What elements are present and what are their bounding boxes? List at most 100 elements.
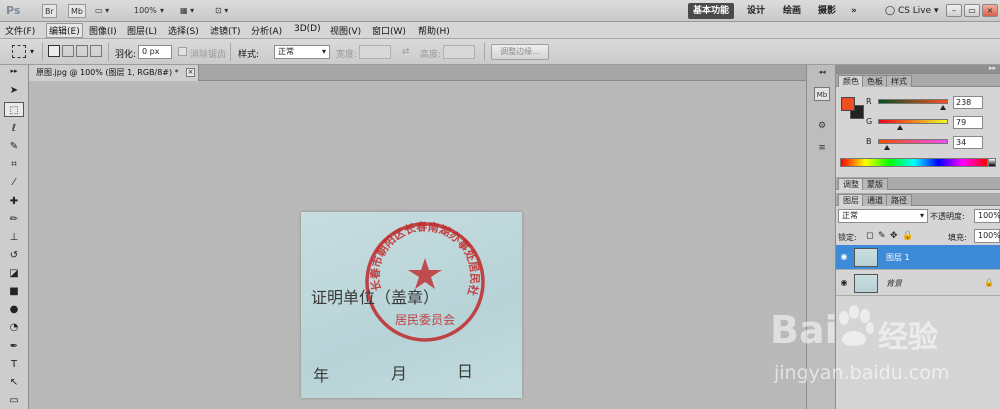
minimize-button[interactable]: –	[946, 4, 962, 17]
green-value-input[interactable]: 79	[953, 116, 983, 129]
opacity-input[interactable]: 100%	[974, 209, 1000, 223]
mini-bridge-icon[interactable]: Mb	[814, 87, 830, 101]
red-slider[interactable]	[878, 99, 948, 104]
menu-window[interactable]: 窗口(W)	[372, 24, 406, 37]
layer-row-layer1[interactable]: ◉ 图层 1	[836, 245, 1000, 270]
brush-presets-icon[interactable]: ≡	[814, 141, 830, 155]
zoom-level[interactable]: 100%	[134, 4, 157, 18]
workspace-design[interactable]: 设计	[742, 3, 770, 19]
visibility-eye-icon[interactable]: ◉	[839, 278, 849, 288]
black-white-ramp[interactable]	[988, 158, 996, 167]
fill-input[interactable]: 100%	[974, 229, 1000, 243]
green-slider-thumb[interactable]	[896, 125, 903, 130]
crop-tool-icon[interactable]: ⌗	[4, 157, 24, 172]
blur-tool-icon[interactable]: ●	[4, 302, 24, 317]
green-slider[interactable]	[878, 119, 948, 124]
add-to-selection-icon[interactable]	[62, 45, 74, 57]
blue-slider-thumb[interactable]	[884, 145, 891, 150]
lock-position-icon[interactable]: ✥	[890, 231, 898, 241]
arrange-documents-menu[interactable]: ▦ ▾	[180, 4, 194, 18]
menu-edit[interactable]: 编辑(E)	[46, 23, 83, 38]
expand-panels-icon[interactable]: ◂◂	[814, 65, 830, 79]
menu-filter[interactable]: 滤镜(T)	[210, 24, 241, 37]
dodge-tool-icon[interactable]: ◔	[4, 320, 24, 335]
quick-selection-tool-icon[interactable]: ✎	[4, 139, 24, 154]
path-selection-tool-icon[interactable]: ↖	[4, 375, 24, 390]
workspace-painting[interactable]: 绘画	[778, 3, 806, 19]
tab-masks[interactable]: 蒙版	[862, 178, 888, 190]
eyedropper-tool-icon[interactable]: ⁄	[4, 175, 24, 190]
more-workspaces-icon[interactable]: »	[846, 3, 862, 19]
view-extras-menu[interactable]: ▭ ▾	[95, 4, 109, 18]
layer-row-background[interactable]: ◉ 背景 🔒	[836, 271, 1000, 296]
width-input[interactable]	[359, 45, 391, 59]
style-select[interactable]: 正常 ▾	[274, 45, 330, 59]
opacity-label: 不透明度:	[930, 212, 965, 221]
type-tool-icon[interactable]: T	[4, 357, 24, 372]
menu-help[interactable]: 帮助(H)	[418, 24, 450, 37]
gradient-tool-icon[interactable]: ■	[4, 284, 24, 299]
blend-mode-value: 正常	[842, 211, 858, 220]
color-spectrum-bar[interactable]	[840, 158, 988, 167]
menu-analysis[interactable]: 分析(A)	[251, 24, 282, 37]
document-tab[interactable]: 原图.jpg @ 100% (图层 1, RGB/8#) * ×	[29, 65, 199, 81]
brush-tool-icon[interactable]: ✏	[4, 212, 24, 227]
antialias-checkbox[interactable]	[178, 47, 187, 56]
close-button[interactable]: ×	[982, 4, 998, 17]
feather-input[interactable]: 0 px	[138, 45, 172, 59]
clone-stamp-tool-icon[interactable]: ⊥	[4, 230, 24, 245]
menu-file[interactable]: 文件(F)	[5, 24, 35, 37]
mini-bridge-button[interactable]: Mb	[68, 4, 86, 18]
cs-live-button[interactable]: ◯ CS Live ▾	[880, 3, 944, 19]
screen-mode-menu[interactable]: ⊡ ▾	[215, 4, 228, 18]
restore-button[interactable]: ▭	[964, 4, 980, 17]
refine-edge-button[interactable]: 调整边缘...	[491, 44, 549, 60]
collapse-tools-icon[interactable]: ▸▸	[4, 67, 24, 75]
new-selection-icon[interactable]	[48, 45, 60, 57]
tab-swatches[interactable]: 色板	[862, 75, 888, 87]
intersect-selection-icon[interactable]	[90, 45, 102, 57]
tab-layers[interactable]: 图层	[838, 194, 864, 206]
menu-3d[interactable]: 3D(D)	[294, 24, 321, 34]
spot-healing-tool-icon[interactable]: ✚	[4, 194, 24, 209]
rectangular-marquee-tool-icon[interactable]: ⬚	[4, 102, 24, 117]
eraser-tool-icon[interactable]: ◪	[4, 266, 24, 281]
bridge-button[interactable]: Br	[42, 4, 57, 18]
workspace-photography[interactable]: 摄影	[813, 3, 841, 19]
pen-tool-icon[interactable]: ✒	[4, 339, 24, 354]
shape-tool-icon[interactable]: ▭	[4, 393, 24, 408]
move-tool-icon[interactable]: ➤	[4, 83, 24, 98]
tab-channels[interactable]: 通道	[862, 194, 888, 206]
history-brush-tool-icon[interactable]: ↺	[4, 248, 24, 263]
preset-dropdown-icon[interactable]: ▾	[30, 47, 34, 56]
blend-mode-select[interactable]: 正常 ▾	[838, 209, 928, 223]
collapse-panels-icon[interactable]: ▸▸	[989, 64, 996, 72]
close-icon[interactable]: ×	[186, 68, 195, 77]
menu-select[interactable]: 选择(S)	[168, 24, 199, 37]
visibility-eye-icon[interactable]: ◉	[839, 252, 849, 262]
subtract-selection-icon[interactable]	[76, 45, 88, 57]
menu-layer[interactable]: 图层(L)	[127, 24, 157, 37]
tab-styles[interactable]: 样式	[886, 75, 912, 87]
lock-all-icon[interactable]: 🔒	[902, 231, 913, 241]
swap-dimensions-icon[interactable]: ⇄	[402, 47, 410, 57]
menu-image[interactable]: 图像(I)	[89, 24, 117, 37]
tab-paths[interactable]: 路径	[886, 194, 912, 206]
lasso-tool-icon[interactable]: ℓ	[4, 121, 24, 136]
lock-transparent-pixels-icon[interactable]: ◻	[866, 231, 873, 241]
red-slider-thumb[interactable]	[940, 105, 947, 110]
zoom-dropdown-icon[interactable]: ▾	[160, 4, 164, 18]
blue-slider[interactable]	[878, 139, 948, 144]
marquee-preset-icon[interactable]	[12, 45, 26, 58]
menu-view[interactable]: 视图(V)	[330, 24, 361, 37]
height-input[interactable]	[443, 45, 475, 59]
blue-value-input[interactable]: 34	[953, 136, 983, 149]
tab-color[interactable]: 颜色	[838, 75, 864, 87]
red-value-input[interactable]: 238	[953, 96, 983, 109]
canvas-area[interactable]: 长春市朝阳区长春南湖办事处居民社区 居民委员会 证明单位（盖章） 年 月 日	[29, 81, 806, 409]
lock-image-pixels-icon[interactable]: ✎	[878, 231, 886, 241]
foreground-color-swatch[interactable]	[841, 97, 855, 111]
actions-icon[interactable]: ⚙	[814, 119, 830, 133]
tab-adjustments[interactable]: 调整	[838, 178, 864, 190]
workspace-essentials[interactable]: 基本功能	[688, 3, 735, 19]
